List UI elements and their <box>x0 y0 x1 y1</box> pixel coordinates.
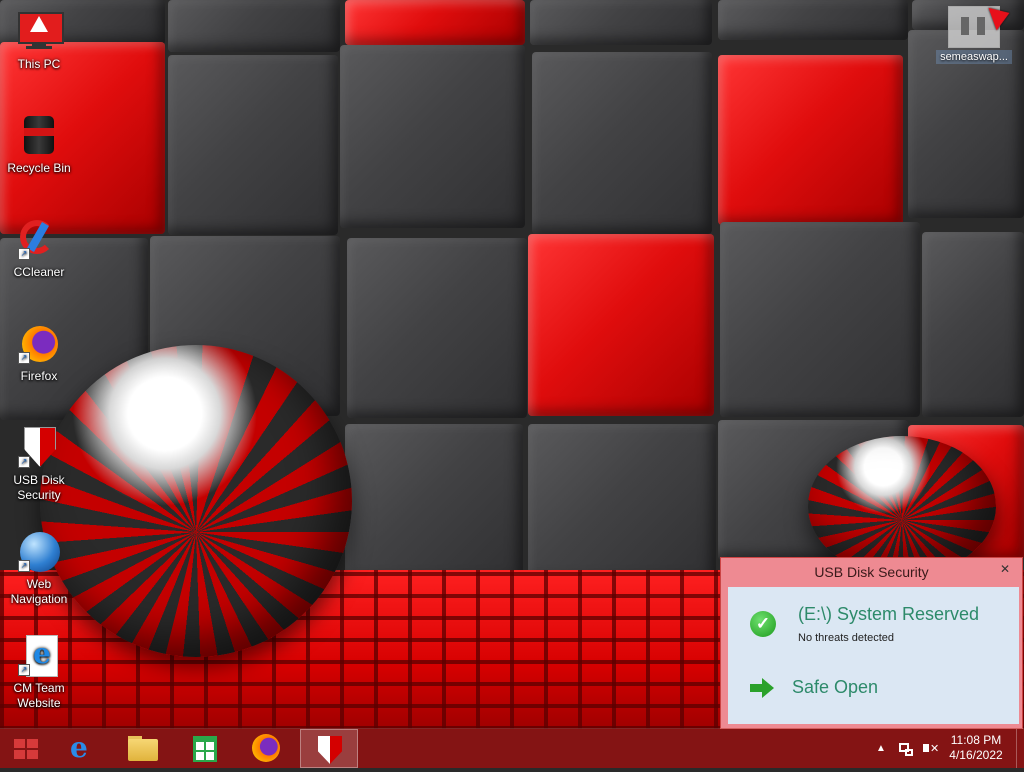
desktop-icon-label: Firefox <box>20 369 58 383</box>
desktop-icon-cm-team-website[interactable]: e ↗ CM Team Website <box>4 632 74 711</box>
clock-time: 11:08 PM <box>950 733 1002 747</box>
taskbar-internet-explorer[interactable]: e <box>54 729 112 768</box>
desktop-icon-recycle-bin[interactable]: Recycle Bin <box>4 112 74 176</box>
taskbar-firefox[interactable] <box>238 729 296 768</box>
shortcut-arrow-icon: ↗ <box>18 456 30 468</box>
desktop-icon-label: Recycle Bin <box>7 161 71 175</box>
desktop-icon-web-navigation[interactable]: ↗ Web Navigation <box>4 528 74 607</box>
shield-icon <box>318 736 342 764</box>
safe-open-label: Safe Open <box>792 677 879 697</box>
desktop-icon-label: CCleaner <box>13 265 65 279</box>
taskbar-file-explorer[interactable] <box>114 729 172 768</box>
mute-mark: ✕ <box>930 743 940 755</box>
folder-icon <box>128 739 158 761</box>
web-navigation-icon: ↗ <box>16 528 62 574</box>
desktop-icon-label: This PC <box>17 57 61 71</box>
usb-disk-security-icon: ↗ <box>16 424 62 470</box>
usb-disk-security-notification: USB Disk Security ✕ ✓ (E:\) System Reser… <box>720 557 1023 729</box>
desktop-icon-usb-disk-security[interactable]: ↗ USB Disk Security <box>4 424 74 503</box>
desktop-icon-ccleaner[interactable]: ↗ CCleaner <box>4 216 74 280</box>
show-hidden-icons-button[interactable]: ▲ <box>874 729 888 768</box>
network-icon[interactable] <box>897 729 915 768</box>
start-button[interactable] <box>0 729 58 768</box>
notification-title: USB Disk Security <box>814 564 929 580</box>
show-desktop-button[interactable] <box>1016 729 1024 768</box>
clock-date: 4/16/2022 <box>949 748 1003 762</box>
arrow-right-icon <box>750 678 776 698</box>
cm-team-website-icon: e ↗ <box>16 632 62 678</box>
volume-muted-icon[interactable]: ✕ <box>920 729 940 768</box>
taskbar-store[interactable] <box>176 729 234 768</box>
shortcut-arrow-icon: ↗ <box>18 664 30 676</box>
firefox-icon <box>252 734 280 762</box>
shortcut-arrow-icon: ↗ <box>18 248 30 260</box>
taskbar-usb-disk-security[interactable] <box>300 729 358 768</box>
desktop-icon-label: Web Navigation <box>10 577 68 606</box>
desktop-icon-this-pc[interactable]: This PC <box>4 8 74 72</box>
desktop-icon-label: CM Team Website <box>13 681 65 710</box>
clock[interactable]: 11:08 PM 4/16/2022 <box>948 729 1004 772</box>
firefox-icon: ↗ <box>16 320 62 366</box>
taskbar: e ▲ ✕ 11:08 PM 4/16/2022 <box>0 729 1024 768</box>
notification-titlebar: USB Disk Security ✕ <box>721 558 1022 584</box>
close-button[interactable]: ✕ <box>992 561 1018 579</box>
check-icon: ✓ <box>750 611 776 637</box>
this-pc-icon <box>16 8 64 54</box>
scan-status: No threats detected <box>798 632 895 644</box>
ccleaner-icon: ↗ <box>16 216 62 262</box>
recycle-bin-icon <box>16 112 62 158</box>
windows-logo-icon <box>14 739 40 759</box>
store-icon <box>193 736 217 762</box>
desktop-icon-label: semeaswap... <box>936 50 1012 64</box>
desktop-icon-label: USB Disk Security <box>13 473 65 502</box>
drive-label: (E:\) System Reserved <box>798 604 980 624</box>
shortcut-arrow-icon: ↗ <box>18 560 30 572</box>
internet-explorer-icon: e <box>70 731 88 764</box>
shortcut-arrow-icon: ↗ <box>18 352 30 364</box>
desktop-icon-firefox[interactable]: ↗ Firefox <box>4 320 74 384</box>
notification-body: ✓ (E:\) System Reserved No threats detec… <box>728 587 1019 724</box>
